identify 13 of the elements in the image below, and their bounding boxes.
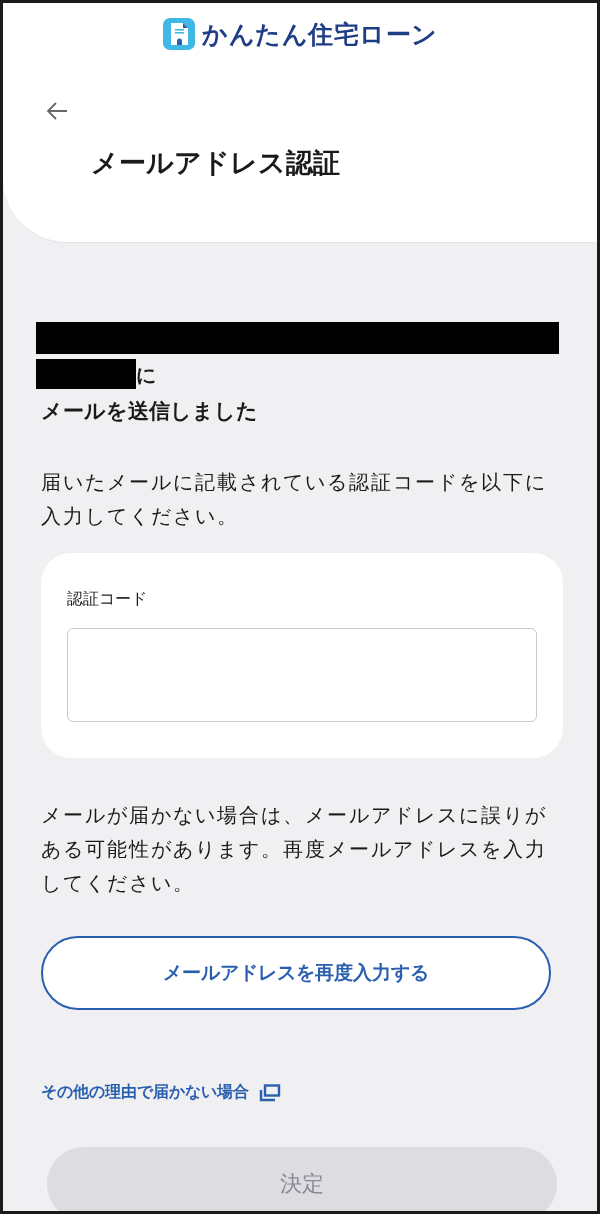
recipient-suffix: に <box>136 362 156 389</box>
page-title: メールアドレス認証 <box>91 146 341 180</box>
logo-text: かんたん住宅ローン <box>202 18 438 51</box>
field-label: 認証コード <box>67 589 148 610</box>
instruction-text: 届いたメールに記載されている認証コードを以下に入力してください。 <box>41 469 548 530</box>
code-input-field[interactable] <box>67 628 537 722</box>
logo-icon <box>162 17 197 51</box>
external-link-icon[interactable] <box>259 1083 281 1102</box>
reenter-button[interactable]: メールアドレスを再度入力する <box>41 936 551 1010</box>
back-icon[interactable] <box>45 101 69 121</box>
sent-heading: メールを送信しました <box>41 398 259 425</box>
note-text: メールが届かない場合は、メールアドレスに誤りがある可能性があります。再度メールアドレスを入力してください。 <box>41 802 548 897</box>
help-link[interactable]: その他の理由で届かない場合 <box>41 1082 249 1103</box>
